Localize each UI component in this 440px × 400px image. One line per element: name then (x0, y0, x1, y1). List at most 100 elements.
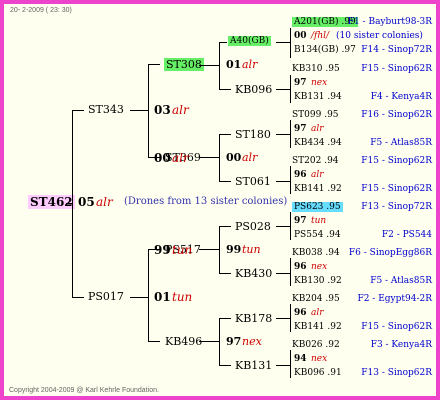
gen4-mid-tag-2: alr (311, 124, 324, 134)
gen4-mid-num-0: 00 (294, 31, 307, 41)
gen3-name-7: KB131 (235, 359, 273, 372)
gen4-mid-num-6: 96 (294, 308, 307, 318)
connector (199, 157, 220, 158)
gen4-b-origin-4: F2 - PS544 (381, 230, 432, 240)
connector (219, 89, 231, 90)
connector (219, 226, 231, 227)
gen4-b-4: PS554 .94 (294, 230, 341, 240)
connector (219, 42, 227, 43)
gen4-b-origin-2: F5 - Atlas85R (370, 138, 432, 148)
root-note: (Drones from 13 sister colonies) (124, 196, 288, 207)
gen3-node-0: A40(GB) (228, 36, 271, 46)
gen4-mid-tag-7: nex (311, 354, 328, 364)
gen4-mid-tag-3: alr (311, 170, 324, 180)
gen4-a-5: KB038 .94 (292, 249, 340, 258)
gen4-mid-tag-0: /fhl/ (311, 31, 330, 41)
gen4-b-0: B134(GB) .97 (294, 45, 356, 55)
gen4-b-origin-5: F5 - Atlas85R (370, 276, 432, 286)
connector (276, 226, 291, 227)
gen3-name-3: ST061 (235, 175, 271, 188)
gen4-a-origin-0: F1 - Bayburt98-3R (347, 17, 432, 27)
gen2-num-1: 00 (154, 151, 171, 165)
connector (290, 258, 291, 286)
connector (219, 365, 231, 366)
root-num: 05 (78, 195, 95, 209)
root-tag: alr (96, 195, 113, 209)
connector (148, 341, 160, 342)
connector (72, 297, 84, 298)
gen3-name-6: KB178 (235, 312, 273, 325)
gen4-mid-num-3: 96 (294, 170, 307, 180)
gen2-tag-0: alr (172, 103, 189, 117)
gen4-a-7: KB026 .92 (292, 341, 340, 350)
gen4-b-origin-6: F15 - Sinop62R (361, 322, 432, 332)
connector (276, 89, 291, 90)
gen4-a-label: ST202 .94 (292, 156, 339, 166)
connector (276, 273, 291, 274)
connector (276, 42, 291, 43)
header-date: 20- 2-2009 ( 23: 30) (10, 7, 72, 14)
connector (290, 350, 291, 378)
connector (290, 28, 291, 58)
gen1-name-1: PS017 (88, 290, 124, 303)
gen4-b-origin-1: F4 - Kenya4R (370, 92, 432, 102)
gen4-a-label: ST099 .95 (292, 110, 339, 120)
gen4-a-label: KB204 .95 (292, 294, 340, 304)
gen3-name-2: ST180 (235, 128, 271, 141)
connector (130, 297, 149, 298)
gen4-mid-num-7: 94 (294, 354, 307, 364)
gen4-mid-tag-4: tun (311, 216, 327, 226)
gen4-a-1: KB310 .95 (292, 65, 340, 74)
gen4-a-2: ST099 .95 (292, 111, 339, 120)
connector (290, 166, 291, 194)
gen3-name-5: KB430 (235, 267, 273, 280)
connector (219, 134, 231, 135)
connector (219, 181, 231, 182)
connector (199, 65, 220, 66)
gen4-mid-tag-1: nex (311, 78, 328, 88)
connector (72, 110, 73, 298)
connector (130, 110, 149, 111)
gen4-a-4: PS623 .95 (292, 202, 343, 212)
gen4-a-origin-3: F15 - Sinop62R (361, 156, 432, 166)
gen4-b-6: KB141 .92 (294, 322, 342, 332)
gen3-num-2: 00 (226, 151, 242, 164)
gen4-a-label: PS623 .95 (292, 202, 343, 212)
gen4-a-label: KB026 .92 (292, 340, 340, 350)
gen3-tag-4: tun (242, 243, 261, 256)
gen3-name-0: A40(GB) (228, 36, 271, 46)
gen4-mid-tag-6: alr (311, 308, 324, 318)
gen3-name-4: PS028 (235, 220, 271, 233)
gen4-b-origin-7: F13 - Sinop62R (361, 368, 432, 378)
gen4-a-label: KB038 .94 (292, 248, 340, 258)
gen2-num-2: 99 (154, 243, 171, 257)
connector (66, 203, 73, 204)
gen4-b-2: KB434 .94 (294, 138, 342, 148)
gen2-name-3: KB496 (165, 335, 203, 348)
gen2-tag-3: nex (242, 335, 262, 348)
connector (148, 249, 149, 342)
gen4-a-label: KB310 .95 (292, 64, 340, 74)
footer-copyright: Copyright 2004-2009 @ Karl Kehrle Founda… (9, 387, 159, 394)
gen4-b-5: KB130 .92 (294, 276, 342, 286)
connector (199, 249, 220, 250)
gen3-name-1: KB096 (235, 83, 273, 96)
gen3-num-4: 99 (226, 243, 242, 256)
gen4-mid-num-4: 97 (294, 216, 307, 226)
root-node: ST462 (28, 195, 75, 209)
connector (276, 365, 291, 366)
gen3-tag-0: alr (242, 58, 258, 71)
connector (276, 181, 291, 182)
gen4-b-1: KB131 .94 (294, 92, 342, 102)
gen4-a-3: ST202 .94 (292, 157, 339, 166)
connector (72, 110, 84, 111)
gen4-mid-note-0: (10 sister colonies) (336, 31, 423, 41)
connector (276, 134, 291, 135)
gen4-a-origin-7: F3 - Kenya4R (370, 340, 432, 350)
gen4-a-origin-4: F13 - Sinop72R (361, 202, 432, 212)
gen2-num-3: 97 (226, 335, 242, 348)
connector (148, 64, 160, 65)
gen4-a-6: KB204 .95 (292, 295, 340, 304)
pedigree-chart: 20- 2-2009 ( 23: 30) ST462 05 alr (Drone… (0, 0, 440, 400)
gen4-a-origin-2: F16 - Sinop62R (361, 110, 432, 120)
